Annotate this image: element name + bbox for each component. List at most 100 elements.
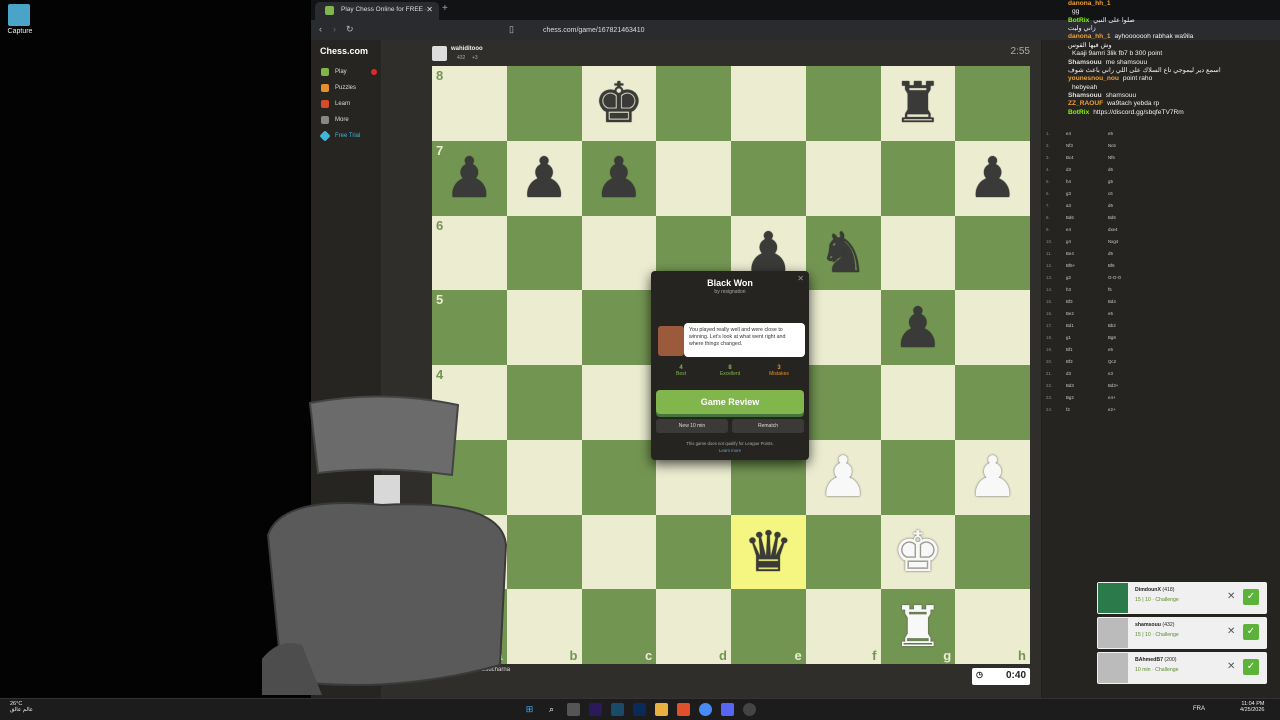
learn-more-link[interactable]: Learn more xyxy=(651,448,809,453)
move-san[interactable]: dxe4 xyxy=(1108,227,1178,232)
board-square[interactable] xyxy=(805,66,881,141)
capture-app-icon[interactable] xyxy=(8,4,30,26)
game-review-button[interactable]: Game Review xyxy=(656,390,804,414)
board-square[interactable] xyxy=(506,365,582,440)
move-san[interactable]: Qc2 xyxy=(1108,359,1178,364)
premiere-icon[interactable] xyxy=(589,703,602,716)
board-square[interactable] xyxy=(581,439,657,515)
board-square[interactable] xyxy=(506,66,582,141)
move-san[interactable]: g2 xyxy=(1066,275,1108,280)
url-field[interactable]: chess.com/game/167821463410 xyxy=(526,24,645,37)
board-square[interactable] xyxy=(955,215,1030,291)
board-square[interactable]: e xyxy=(731,589,806,664)
board-square[interactable]: 7 ♟ xyxy=(432,140,507,216)
board-square[interactable] xyxy=(581,365,657,440)
board-square[interactable]: ♟ xyxy=(955,439,1030,515)
move-san[interactable]: Bf1 xyxy=(1066,347,1108,352)
move-san[interactable]: e4 xyxy=(1066,131,1108,136)
white-rook-piece[interactable]: ♜ xyxy=(893,598,943,655)
board-square[interactable] xyxy=(506,514,582,590)
move-san[interactable]: d6 xyxy=(1108,167,1178,172)
move-san[interactable]: g5 xyxy=(1108,179,1178,184)
black-pawn-piece[interactable]: ♟ xyxy=(893,299,943,356)
board-square[interactable] xyxy=(805,514,881,590)
board-square[interactable]: ♟ xyxy=(581,140,657,216)
move-san[interactable]: e5 xyxy=(1108,311,1178,316)
close-tab-icon[interactable]: ✕ xyxy=(426,5,433,14)
obs-icon[interactable] xyxy=(743,703,756,716)
move-san[interactable]: Bd4 xyxy=(1108,299,1178,304)
challenge-card[interactable]: shamsouu (432) 15 | 10 · Challenge ✕ ✓ xyxy=(1097,617,1267,649)
brave-icon[interactable] xyxy=(677,703,690,716)
move-san[interactable]: Nxg4 xyxy=(1108,239,1178,244)
move-san[interactable]: O-O-O xyxy=(1108,275,1178,280)
weather-widget[interactable]: 26°C عالم عالق xyxy=(10,701,33,713)
challenge-card[interactable]: BAhmedB7 (200) 10 min · Challenge ✕ ✓ xyxy=(1097,652,1267,684)
board-square[interactable] xyxy=(880,215,956,291)
move-san[interactable]: g4 xyxy=(1066,239,1108,244)
move-san[interactable]: d3 xyxy=(1066,371,1108,376)
move-san[interactable]: g1 xyxy=(1066,335,1108,340)
board-square[interactable]: b xyxy=(506,589,582,664)
chrome-icon[interactable] xyxy=(699,703,712,716)
move-san[interactable]: Bd3 xyxy=(1066,383,1108,388)
board-square[interactable]: ♟ xyxy=(805,439,881,515)
move-san[interactable]: h3 xyxy=(1066,287,1108,292)
board-square[interactable] xyxy=(656,514,731,590)
move-san[interactable]: h4 xyxy=(1066,179,1108,184)
move-san[interactable]: e5 xyxy=(1108,131,1178,136)
board-square[interactable] xyxy=(581,514,657,590)
close-icon[interactable]: ✕ xyxy=(797,274,804,283)
board-square[interactable] xyxy=(506,290,582,365)
move-san[interactable]: g3 xyxy=(1066,191,1108,196)
nav-more[interactable]: More xyxy=(321,116,349,124)
board-square[interactable] xyxy=(955,514,1030,590)
language-indicator[interactable]: FRA xyxy=(1193,706,1205,712)
decline-icon[interactable]: ✕ xyxy=(1227,661,1235,672)
move-san[interactable]: f3 xyxy=(1066,407,1108,412)
board-square[interactable] xyxy=(880,439,956,515)
system-clock[interactable]: 11:04 PM 4/25/2026 xyxy=(1240,701,1264,713)
black-king-piece[interactable]: ♚ xyxy=(594,75,644,131)
board-square[interactable]: h xyxy=(955,589,1030,664)
reload-icon[interactable]: ↻ xyxy=(346,24,354,35)
board-square[interactable]: 6 xyxy=(432,215,507,291)
file-explorer-icon[interactable] xyxy=(655,703,668,716)
move-san[interactable]: Be4 xyxy=(1066,251,1108,256)
move-san[interactable]: Bd3+ xyxy=(1108,383,1178,388)
move-san[interactable]: Nf6 xyxy=(1108,155,1178,160)
move-san[interactable]: e4+ xyxy=(1108,395,1178,400)
bookmark-icon[interactable]: ▯ xyxy=(509,24,514,35)
move-san[interactable]: Be2 xyxy=(1066,311,1108,316)
move-san[interactable]: Bb2 xyxy=(1108,323,1178,328)
challenge-card[interactable]: DimdounX (418) 15 | 10 · Challenge ✕ ✓ xyxy=(1097,582,1267,614)
move-san[interactable]: a3 xyxy=(1066,203,1108,208)
white-king-piece[interactable]: ♚ xyxy=(893,523,943,580)
browser-tab[interactable]: Play Chess Online for FREE · ✕ xyxy=(315,2,439,20)
new-game-button[interactable]: New 10 min xyxy=(656,419,728,433)
move-san[interactable]: Bd6 xyxy=(1066,215,1108,220)
board-square[interactable] xyxy=(731,66,806,141)
move-san[interactable]: Bf6+ xyxy=(1066,263,1108,268)
board-square[interactable]: ♚ xyxy=(581,66,657,141)
board-square[interactable]: ♛ xyxy=(731,514,806,590)
move-san[interactable]: Bf3 xyxy=(1066,359,1108,364)
move-san[interactable]: Nc6 xyxy=(1108,143,1178,148)
board-square[interactable]: f xyxy=(805,589,881,664)
accept-icon[interactable]: ✓ xyxy=(1243,589,1259,605)
board-square[interactable] xyxy=(805,365,881,440)
decline-icon[interactable]: ✕ xyxy=(1227,626,1235,637)
black-queen-piece[interactable]: ♛ xyxy=(743,523,793,580)
black-pawn-piece[interactable]: ♟ xyxy=(594,150,644,206)
board-square[interactable]: ♚ xyxy=(880,514,956,590)
board-square[interactable]: ♜ xyxy=(880,66,956,141)
board-square[interactable]: ♟ xyxy=(506,140,582,216)
nav-play[interactable]: Play xyxy=(321,68,377,76)
board-square[interactable]: 5 xyxy=(432,290,507,365)
board-square[interactable] xyxy=(805,140,881,216)
move-san[interactable]: Bf3 xyxy=(1066,299,1108,304)
black-pawn-piece[interactable]: ♟ xyxy=(519,150,569,206)
accept-icon[interactable]: ✓ xyxy=(1243,659,1259,675)
move-san[interactable]: Bd6 xyxy=(1108,215,1178,220)
nav-learn[interactable]: Learn xyxy=(321,100,350,108)
